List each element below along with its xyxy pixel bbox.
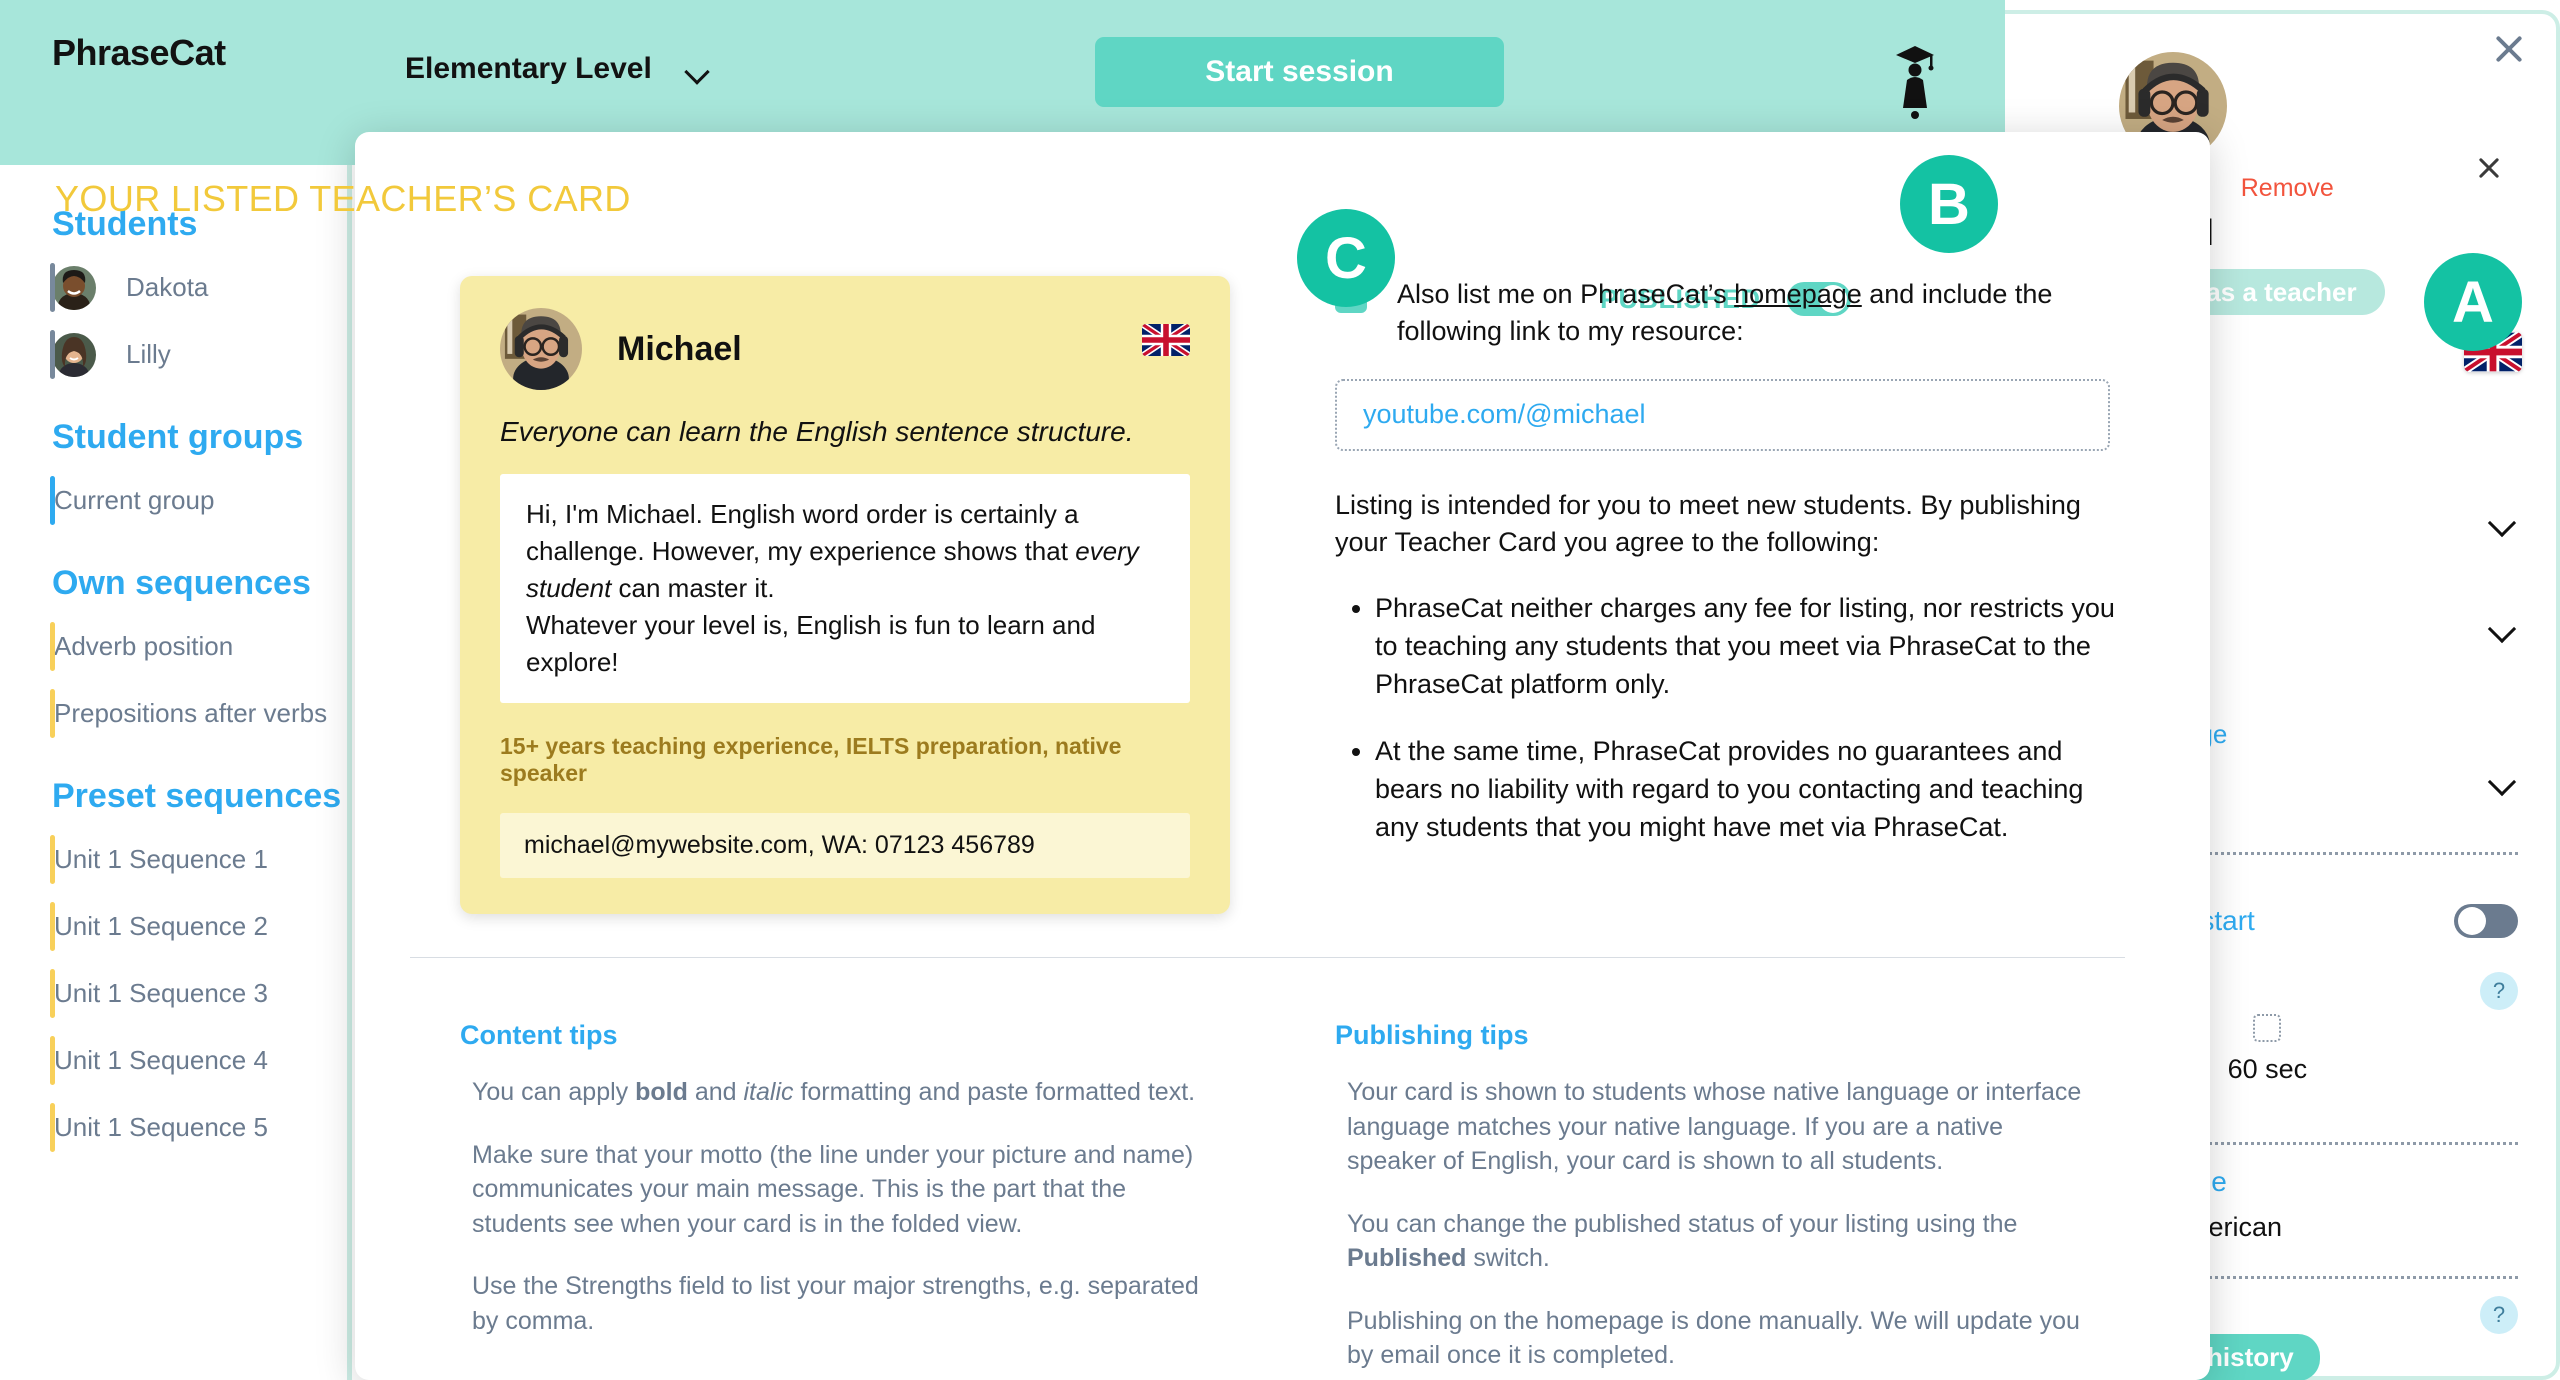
badge-a: A bbox=[2424, 253, 2522, 351]
remove-photo-link[interactable]: Remove bbox=[2241, 174, 2334, 203]
sidebar-heading-preset-sequences: Preset sequences bbox=[52, 777, 342, 815]
homepage-text-before: Also list me on PhraseCat’s bbox=[1397, 279, 1735, 309]
content-tips-p1: You can apply bold and italic formatting… bbox=[472, 1078, 1196, 1106]
bio-text-1: Hi, I'm Michael. English word order is c… bbox=[526, 499, 1079, 566]
sidebar-item-label: Current group bbox=[54, 485, 215, 515]
modal-close-button[interactable] bbox=[2476, 155, 2502, 181]
sidebar-item-unit1-seq4[interactable]: Unit 1 Sequence 4 bbox=[0, 1027, 347, 1094]
sidebar-item-lilly[interactable]: Lilly bbox=[0, 321, 347, 388]
badge-b: B bbox=[1900, 155, 1998, 253]
teacher-card-name: Michael bbox=[617, 329, 742, 368]
teacher-card-motto: Everyone can learn the English sentence … bbox=[500, 416, 1134, 447]
chevron-down-icon[interactable] bbox=[2490, 513, 2518, 529]
sidebar-item-label: Unit 1 Sequence 4 bbox=[54, 1045, 268, 1075]
uk-flag-icon bbox=[1142, 324, 1190, 356]
terms-item: PhraseCat neither charges any fee for li… bbox=[1375, 590, 2125, 703]
terms-list: PhraseCat neither charges any fee for li… bbox=[1335, 590, 2125, 847]
resource-url-input[interactable]: youtube.com/@michael bbox=[1335, 378, 2110, 451]
sidebar-item-label: Unit 1 Sequence 2 bbox=[54, 911, 268, 941]
sidebar-item-unit1-seq2[interactable]: Unit 1 Sequence 2 bbox=[0, 893, 347, 960]
timer-60-label: 60 sec bbox=[2227, 1054, 2308, 1084]
countdown-toggle[interactable] bbox=[2454, 904, 2518, 938]
sidebar-item-label: Unit 1 Sequence 5 bbox=[54, 1112, 268, 1142]
sidebar-item-dakota[interactable]: Dakota bbox=[0, 254, 347, 321]
modal-title: YOUR LISTED TEACHER’S CARD bbox=[55, 178, 631, 219]
avatar bbox=[52, 332, 96, 377]
app-logo: PhraseCat bbox=[52, 32, 226, 73]
publishing-tips-section: Publishing tips Your card is shown to st… bbox=[1335, 1020, 2095, 1380]
teacher-card-bio: Hi, I'm Michael. English word order is c… bbox=[500, 474, 1190, 703]
sidebar-item-label: Dakota bbox=[126, 272, 209, 302]
listing-intro-text: Listing is intended for you to meet new … bbox=[1335, 489, 2081, 558]
level-selector[interactable]: Elementary Level bbox=[405, 52, 710, 86]
sidebar-item-label: Unit 1 Sequence 3 bbox=[54, 978, 268, 1008]
level-selector-label: Elementary Level bbox=[405, 52, 652, 85]
sidebar-heading-own-sequences: Own sequences bbox=[52, 564, 311, 602]
sidebar-item-current-group[interactable]: Current group bbox=[0, 467, 347, 534]
sidebar-item-unit1-seq1[interactable]: Unit 1 Sequence 1 bbox=[0, 826, 347, 893]
countdown-help-icon[interactable]: ? bbox=[2480, 972, 2518, 1010]
sidebar-item-prepositions-after-verbs[interactable]: Prepositions after verbs bbox=[0, 680, 347, 747]
phrase-history-help-icon[interactable]: ? bbox=[2480, 1296, 2518, 1334]
sidebar-item-unit1-seq3[interactable]: Unit 1 Sequence 3 bbox=[0, 960, 347, 1027]
content-tips-p2: Make sure that your motto (the line unde… bbox=[472, 1140, 1194, 1238]
publishing-tips-p2: You can change the published status of y… bbox=[1347, 1209, 2018, 1273]
terms-item: At the same time, PhraseCat provides no … bbox=[1375, 733, 2125, 846]
sidebar-item-label: Prepositions after verbs bbox=[54, 698, 328, 728]
timer-60-checkbox[interactable] bbox=[2253, 1014, 2282, 1042]
sidebar-heading-student-groups: Student groups bbox=[52, 418, 304, 456]
publishing-tips-title: Publishing tips bbox=[1335, 1020, 1529, 1050]
content-tips-title: Content tips bbox=[460, 1020, 618, 1050]
bio-text-2: can master it. bbox=[611, 572, 775, 603]
teacher-card-preview: Michael Everyone can learn the English s… bbox=[460, 276, 1230, 914]
teacher-card-strengths: 15+ years teaching experience, IELTS pre… bbox=[500, 732, 1122, 786]
sidebar: Students Dakota Lilly Student groups Cur… bbox=[0, 165, 352, 1380]
chevron-down-icon[interactable] bbox=[2490, 772, 2518, 788]
homepage-link[interactable]: homepage bbox=[1734, 279, 1862, 309]
settings-panel-close-button[interactable] bbox=[2492, 32, 2526, 66]
graduation-cap-icon[interactable] bbox=[1890, 42, 1940, 120]
publishing-tips-p3: Publishing on the homepage is done manua… bbox=[1347, 1306, 2080, 1370]
chevron-down-icon bbox=[686, 63, 710, 76]
homepage-listing-text: Also list me on PhraseCat’s homepage and… bbox=[1397, 276, 2125, 351]
content-tips-p3: Use the Strengths field to list your maj… bbox=[472, 1272, 1199, 1335]
start-session-button[interactable]: Start session bbox=[1095, 37, 1504, 107]
sidebar-item-unit1-seq5[interactable]: Unit 1 Sequence 5 bbox=[0, 1094, 347, 1161]
chevron-down-icon[interactable] bbox=[2490, 619, 2518, 635]
sidebar-item-adverb-position[interactable]: Adverb position bbox=[0, 613, 347, 680]
modal-divider bbox=[410, 957, 2125, 958]
homepage-listing-row: Also list me on PhraseCat’s homepage and… bbox=[1335, 276, 2125, 351]
modal-right-column: Also list me on PhraseCat’s homepage and… bbox=[1335, 276, 2125, 877]
content-tips-section: Content tips You can apply bold and ital… bbox=[460, 1020, 1220, 1366]
badge-c: C bbox=[1297, 209, 1395, 307]
sidebar-item-label: Lilly bbox=[126, 339, 171, 369]
teacher-avatar bbox=[500, 308, 582, 390]
sidebar-item-label: Adverb position bbox=[54, 631, 234, 661]
bio-text-3: Whatever your level is, English is fun t… bbox=[526, 609, 1096, 677]
avatar bbox=[52, 265, 96, 310]
sidebar-item-label: Unit 1 Sequence 1 bbox=[54, 844, 268, 874]
teacher-card-contact: michael@mywebsite.com, WA: 07123 456789 bbox=[500, 812, 1190, 878]
publishing-tips-p1: Your card is shown to students whose nat… bbox=[1347, 1078, 2082, 1175]
